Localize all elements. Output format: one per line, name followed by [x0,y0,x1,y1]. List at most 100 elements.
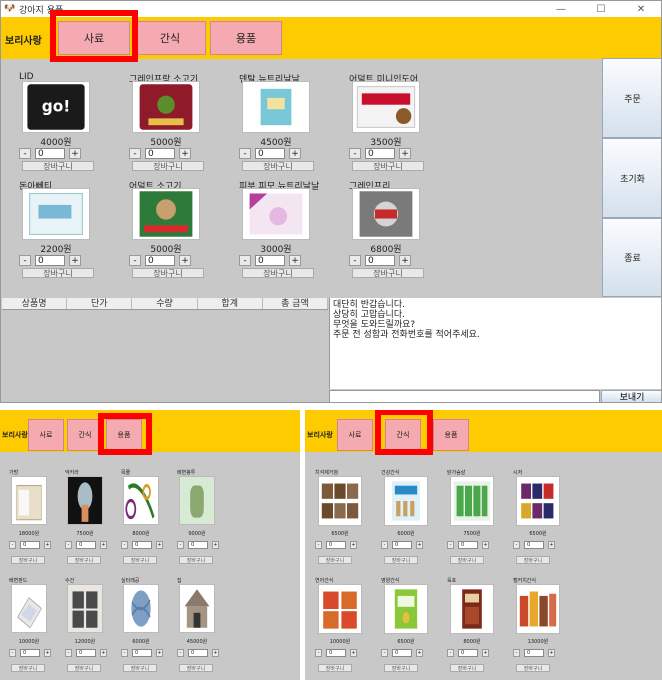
minimize-icon[interactable]: — [541,1,581,17]
decrease-button[interactable]: - [513,541,520,549]
increase-button[interactable]: + [399,148,411,159]
quantity-field[interactable]: 0 [524,541,544,549]
dental-chews-icon[interactable] [318,476,362,526]
add-to-cart-button[interactable]: 장바구니 [516,556,550,564]
quantity-field[interactable]: 0 [188,649,208,657]
add-to-cart-button[interactable]: 장바구니 [450,664,484,672]
decrease-button[interactable]: - [315,541,322,549]
quantity-field[interactable]: 0 [326,541,346,549]
pet-carrier-bag-icon[interactable] [11,476,47,525]
neck-collar-icon[interactable] [67,476,103,525]
add-to-cart-button[interactable]: 장바구니 [132,268,204,278]
decrease-button[interactable]: - [349,148,361,159]
exit-button[interactable]: 종료 [602,218,661,297]
quantity-field[interactable]: 0 [132,649,152,657]
quantity-field[interactable]: 0 [524,649,544,657]
add-to-cart-button[interactable]: 장바구니 [352,268,424,278]
increase-button[interactable]: + [350,649,357,657]
quantity-field[interactable]: 0 [76,541,96,549]
decrease-button[interactable]: - [121,541,128,549]
increase-button[interactable]: + [350,541,357,549]
add-to-cart-button[interactable]: 장바구니 [11,664,45,672]
quantity-field[interactable]: 0 [35,148,65,159]
potty-tray-icon[interactable] [11,584,47,633]
decrease-button[interactable]: - [513,649,520,657]
increase-button[interactable]: + [416,649,423,657]
decrease-button[interactable]: - [177,649,184,657]
add-to-cart-button[interactable]: 장바구니 [11,556,45,564]
increase-button[interactable]: + [69,148,81,159]
add-to-cart-button[interactable]: 장바구니 [67,556,101,564]
tab-food[interactable]: 사료 [28,419,64,451]
royal-canin-bag-icon[interactable] [352,81,420,133]
increase-button[interactable]: + [100,541,107,549]
quantity-field[interactable]: 0 [20,649,40,657]
increase-button[interactable]: + [69,255,81,266]
tab-goods[interactable]: 용품 [433,419,469,451]
add-to-cart-button[interactable]: 장바구니 [179,664,213,672]
quantity-field[interactable]: 0 [365,255,395,266]
add-to-cart-button[interactable]: 장바구니 [123,556,157,564]
add-to-cart-button[interactable]: 장바구니 [384,556,418,564]
rope-ball-icon[interactable] [123,584,159,633]
quantity-field[interactable]: 0 [458,541,478,549]
tab-food[interactable]: 사료 [337,419,373,451]
decrease-button[interactable]: - [9,541,16,549]
decrease-button[interactable]: - [315,649,322,657]
decrease-button[interactable]: - [129,148,141,159]
increase-button[interactable]: + [44,541,51,549]
snack-assortment-icon[interactable] [516,584,560,634]
dog-food-bag-green-icon[interactable] [132,188,200,240]
white-food-bag-icon[interactable] [22,188,90,240]
close-icon[interactable]: ✕ [621,1,661,17]
add-to-cart-button[interactable]: 장바구니 [450,556,484,564]
leash-icon[interactable] [123,476,159,525]
decrease-button[interactable]: - [129,255,141,266]
dental-food-box-icon[interactable] [242,81,310,133]
decrease-button[interactable]: - [9,649,16,657]
decrease-button[interactable]: - [121,649,128,657]
decrease-button[interactable]: - [19,255,31,266]
increase-button[interactable]: + [482,649,489,657]
decrease-button[interactable]: - [19,148,31,159]
cesar-cans-icon[interactable] [516,476,560,526]
increase-button[interactable]: + [212,649,219,657]
dog-house-icon[interactable] [179,584,215,633]
quantity-field[interactable]: 0 [188,541,208,549]
add-to-cart-button[interactable]: 장바구니 [242,161,314,171]
decrease-button[interactable]: - [65,649,72,657]
add-to-cart-button[interactable]: 장바구니 [318,664,352,672]
reset-button[interactable]: 초기화 [602,138,661,218]
add-to-cart-button[interactable]: 장바구니 [67,664,101,672]
add-to-cart-button[interactable]: 장바구니 [352,161,424,171]
quantity-field[interactable]: 0 [132,541,152,549]
add-to-cart-button[interactable]: 장바구니 [22,268,94,278]
grain-free-bag-icon[interactable] [352,188,420,240]
order-table[interactable]: 상품명 단가 수량 합계 총 금액 [2,298,329,402]
quantity-field[interactable]: 0 [255,148,285,159]
increase-button[interactable]: + [44,649,51,657]
maximize-icon[interactable]: ☐ [581,1,621,17]
decrease-button[interactable]: - [381,541,388,549]
quantity-field[interactable]: 0 [145,148,175,159]
increase-button[interactable]: + [289,255,301,266]
decrease-button[interactable]: - [177,541,184,549]
chat-input[interactable] [329,390,600,402]
quantity-field[interactable]: 0 [458,649,478,657]
nutrition-snack-icon[interactable] [384,584,428,634]
add-to-cart-button[interactable]: 장바구니 [179,556,213,564]
add-to-cart-button[interactable]: 장바구니 [516,664,550,672]
increase-button[interactable]: + [548,649,555,657]
add-to-cart-button[interactable]: 장바구니 [123,664,157,672]
increase-button[interactable]: + [156,541,163,549]
decrease-button[interactable]: - [447,541,454,549]
add-to-cart-button[interactable]: 장바구니 [384,664,418,672]
salmon-snack-icon[interactable] [318,584,362,634]
increase-button[interactable]: + [289,148,301,159]
quantity-field[interactable]: 0 [76,649,96,657]
decrease-button[interactable]: - [381,649,388,657]
increase-button[interactable]: + [548,541,555,549]
quantity-field[interactable]: 0 [365,148,395,159]
poop-bags-icon[interactable] [179,476,215,525]
decrease-button[interactable]: - [349,255,361,266]
